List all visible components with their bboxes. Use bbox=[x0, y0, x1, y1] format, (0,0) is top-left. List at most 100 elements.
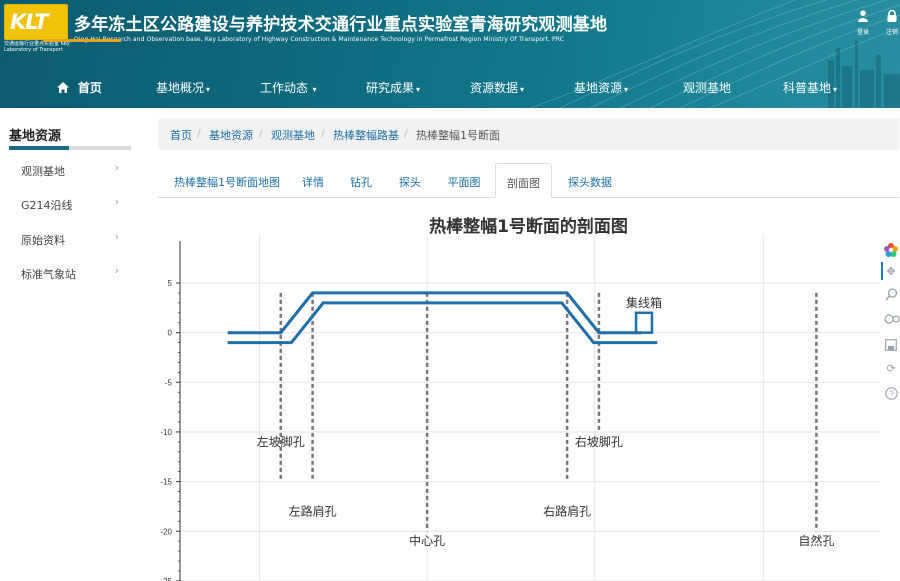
y-tick-label: -15 bbox=[160, 478, 172, 487]
tab-plan-view[interactable]: 平面图 bbox=[443, 163, 485, 198]
sidebar-item-label: G214沿线 bbox=[21, 199, 73, 212]
caret-down-icon: ▾ bbox=[520, 85, 525, 94]
tab-section-map[interactable]: 热棒整幅1号断面地图 bbox=[163, 163, 291, 198]
chevron-right-icon: › bbox=[114, 195, 119, 208]
chart-title: 热棒整幅1号断面的剖面图 bbox=[429, 217, 628, 237]
logout-button[interactable]: 注销 bbox=[880, 9, 900, 36]
site-logo[interactable]: KLT bbox=[4, 4, 68, 40]
caret-down-icon: ▾ bbox=[310, 85, 317, 94]
profile-chart: 5 0 -5 -10 -15 -20 -25 集线箱左坡脚孔左路肩孔中心孔 右路肩孔 右坡脚孔自… bbox=[160, 235, 880, 581]
breadcrumb: 首页 / 基地资源 / 观测基地 / 热棒整幅路基 / 热棒整幅1号断面 bbox=[158, 118, 899, 150]
nav-item-news[interactable]: 工作动态 ▾ bbox=[260, 79, 317, 96]
home-icon bbox=[57, 81, 78, 95]
borehole-label: 右坡脚孔 bbox=[575, 434, 623, 449]
chevron-right-icon: › bbox=[114, 264, 119, 277]
sidebar-item-g214[interactable]: G214沿线 › bbox=[9, 193, 127, 215]
junction-box-label: 集线箱 bbox=[626, 295, 662, 310]
zoom-icon[interactable] bbox=[884, 288, 898, 302]
lock-icon bbox=[880, 9, 900, 24]
breadcrumb-separator: / bbox=[321, 127, 325, 140]
breadcrumb-separator: / bbox=[404, 127, 408, 140]
y-tick-label: -25 bbox=[160, 577, 172, 581]
junction-box bbox=[634, 311, 654, 334]
nav-item-resources[interactable]: 基地资源 ▾ bbox=[574, 79, 628, 96]
tab-probe-data[interactable]: 探头数据 bbox=[562, 163, 618, 198]
main-nav: 首页 基地概况 ▾ 工作动态 ▾ 研究成果 ▾ 资源数据 ▾ 基地资源 ▾ 观测基地 科… bbox=[0, 66, 900, 108]
breadcrumb-separator: / bbox=[259, 127, 263, 140]
tab-profile-view[interactable]: 剖面图 bbox=[495, 163, 552, 198]
caret-down-icon: ▾ bbox=[416, 85, 421, 94]
y-tick-label: -10 bbox=[160, 428, 172, 437]
chart-toolbar: ✥ ⟳ ? bbox=[880, 235, 900, 415]
help-icon[interactable]: ? bbox=[884, 387, 898, 401]
sidebar-item-label: 标准气象站 bbox=[21, 268, 76, 281]
borehole-layer bbox=[279, 292, 818, 532]
login-label: 登录 bbox=[856, 29, 869, 36]
y-tick-label: -20 bbox=[160, 527, 172, 536]
save-icon[interactable] bbox=[884, 339, 898, 353]
caret-down-icon: ▾ bbox=[833, 85, 838, 94]
nav-label: 资源数据 bbox=[470, 81, 519, 95]
sidebar-item-raw-data[interactable]: 原始资料 › bbox=[9, 228, 127, 250]
tab-boreholes[interactable]: 钻孔 bbox=[343, 163, 379, 198]
breadcrumb-subgrade[interactable]: 热棒整幅路基 bbox=[333, 127, 399, 143]
sidebar-item-label: 观测基地 bbox=[21, 165, 65, 178]
nav-label: 基地资源 bbox=[574, 81, 623, 95]
palette-icon[interactable] bbox=[884, 243, 898, 257]
borehole-label: 右路肩孔 bbox=[543, 503, 591, 518]
tab-label: 探头 bbox=[399, 176, 421, 189]
tab-label: 钻孔 bbox=[350, 176, 372, 189]
tab-label: 剖面图 bbox=[507, 177, 540, 190]
borehole-label: 中心孔 bbox=[409, 533, 445, 548]
y-tick-label: 5 bbox=[168, 279, 173, 288]
tab-label: 热棒整幅1号断面地图 bbox=[174, 176, 280, 189]
borehole-label: 左路肩孔 bbox=[289, 503, 337, 518]
login-button[interactable]: 登录 bbox=[851, 10, 875, 36]
active-nav-indicator bbox=[43, 39, 121, 42]
y-axis: 5 0 -5 -10 -15 -20 -25 bbox=[160, 241, 181, 581]
breadcrumb-resources[interactable]: 基地资源 bbox=[209, 127, 253, 143]
nav-item-home[interactable]: 首页 bbox=[57, 79, 102, 96]
profile-lines bbox=[227, 291, 658, 345]
chart-grid bbox=[180, 235, 880, 581]
site-header: KLT 交通运输行业重点实验室 Key Laboratory of Transp… bbox=[0, 0, 900, 108]
nav-item-science[interactable]: 科普基地 ▾ bbox=[783, 79, 837, 96]
site-title: 多年冻土区公路建设与养护技术交通行业重点实验室青海研究观测基地 bbox=[74, 15, 608, 35]
caret-down-icon: ▾ bbox=[206, 85, 211, 94]
site-subtitle: Qing Hai Research and Observation base, … bbox=[74, 36, 565, 43]
borehole-label: 自然孔 bbox=[798, 533, 834, 548]
tab-bar: 热棒整幅1号断面地图 详情 钻孔 探头 平面图 剖面图 探头数据 bbox=[158, 163, 899, 198]
nav-label: 观测基地 bbox=[683, 81, 732, 95]
nav-item-observation[interactable]: 观测基地 bbox=[683, 79, 731, 96]
y-tick-label: 0 bbox=[168, 329, 173, 338]
logo-caption: 交通运输行业重点实验室 Key Laboratory of Transport bbox=[4, 41, 70, 53]
breadcrumb-current: 热棒整幅1号断面 bbox=[416, 129, 500, 142]
tab-label: 平面图 bbox=[447, 176, 481, 189]
tab-label: 探头数据 bbox=[568, 176, 612, 189]
nav-label: 研究成果 bbox=[366, 81, 415, 95]
breadcrumb-separator: / bbox=[197, 127, 201, 140]
reset-zoom-icon[interactable] bbox=[884, 313, 900, 327]
sidebar-item-weather-station[interactable]: 标准气象站 › bbox=[9, 262, 127, 284]
tab-label: 详情 bbox=[302, 176, 324, 189]
user-icon bbox=[851, 10, 875, 24]
svg-text:?: ? bbox=[889, 390, 894, 399]
nav-item-results[interactable]: 研究成果 ▾ bbox=[366, 79, 420, 96]
nav-item-overview[interactable]: 基地概况 ▾ bbox=[156, 79, 210, 96]
nav-label: 首页 bbox=[77, 81, 102, 95]
pan-icon[interactable]: ✥ bbox=[884, 265, 898, 279]
refresh-icon[interactable]: ⟳ bbox=[884, 362, 898, 376]
sidebar-item-observation-base[interactable]: 观测基地 › bbox=[9, 159, 127, 181]
tab-probes[interactable]: 探头 bbox=[392, 163, 428, 198]
breadcrumb-observation[interactable]: 观测基地 bbox=[271, 127, 315, 143]
breadcrumb-home[interactable]: 首页 bbox=[170, 127, 192, 143]
sidebar-title: 基地资源 bbox=[9, 129, 62, 144]
sidebar-item-label: 原始资料 bbox=[21, 234, 65, 247]
logout-label: 注销 bbox=[885, 29, 898, 36]
sidebar-divider-accent bbox=[9, 146, 69, 150]
logo-text: KLT bbox=[10, 10, 49, 34]
nav-item-data[interactable]: 资源数据 ▾ bbox=[470, 79, 524, 96]
chevron-right-icon: › bbox=[114, 230, 119, 243]
nav-label: 基地概况 bbox=[156, 81, 205, 95]
tab-details[interactable]: 详情 bbox=[295, 163, 331, 198]
